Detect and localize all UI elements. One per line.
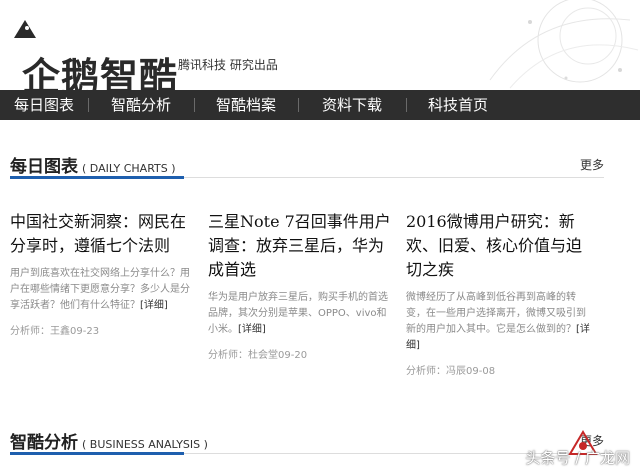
section-title-text: 智酷分析 xyxy=(10,433,78,453)
article-meta: 分析师：王鑫09-23 xyxy=(10,326,100,337)
article-headline[interactable]: 三星Note 7召回事件用户调查：放弃三星后，华为成首选 xyxy=(208,210,394,282)
article-meta: 分析师：杜会堂09-20 xyxy=(208,350,308,361)
article-summary: 微博经历了从高峰到低谷再到高峰的转变，在一些用户选择离开，微博又吸引到新的用户加… xyxy=(406,290,592,354)
article-card: 2016微博用户研究：新欢、旧爱、核心价值与迫切之疾 微博经历了从高峰到低谷再到… xyxy=(406,210,592,377)
article-summary: 用户到底喜欢在社交网络上分享什么？用户在哪些情绪下更愿意分享？多少人是分享活跃者… xyxy=(10,266,196,314)
detail-link[interactable]: [详细] xyxy=(238,324,266,335)
daily-charts-header: 每日图表 ( DAILY CHARTS ) 更多 xyxy=(10,148,604,179)
section-title-text: 每日图表 xyxy=(10,157,78,177)
nav-item-archive[interactable]: 智酷档案 xyxy=(194,90,298,120)
tagline: 腾讯科技 研究出品 xyxy=(178,58,278,72)
article-card: 三星Note 7召回事件用户调查：放弃三星后，华为成首选 华为是用户放弃三星后，… xyxy=(208,210,394,361)
site-header: 企鹅智酷 腾讯科技 研究出品 xyxy=(0,0,640,99)
main-nav: 每日图表 智酷分析 智酷档案 资料下载 科技首页 xyxy=(0,90,640,120)
penguin-icon xyxy=(14,20,36,38)
section-underline xyxy=(10,452,184,455)
watermark: 头条号 / 广龙网 xyxy=(486,428,636,472)
watermark-text: 头条号 / 广龙网 xyxy=(525,449,630,467)
article-summary-text: 微博经历了从高峰到低谷再到高峰的转变，在一些用户选择离开，微博又吸引到新的用户加… xyxy=(406,292,586,335)
site-logo[interactable]: 企鹅智酷 xyxy=(8,18,178,99)
article-summary-text: 华为是用户放弃三星后，购买手机的首选品牌，其次分别是苹果、OPPO、vivo和小… xyxy=(208,292,388,335)
nav-item-analysis[interactable]: 智酷分析 xyxy=(88,90,194,120)
article-headline[interactable]: 2016微博用户研究：新欢、旧爱、核心价值与迫切之疾 xyxy=(406,210,592,282)
section-title[interactable]: 每日图表 ( DAILY CHARTS ) xyxy=(10,152,176,177)
article-summary: 华为是用户放弃三星后，购买手机的首选品牌，其次分别是苹果、OPPO、vivo和小… xyxy=(208,290,394,338)
nav-item-tech-home[interactable]: 科技首页 xyxy=(406,90,510,120)
section-subtitle: ( BUSINESS ANALYSIS ) xyxy=(82,438,208,451)
section-subtitle: ( DAILY CHARTS ) xyxy=(82,162,176,175)
section-title[interactable]: 智酷分析 ( BUSINESS ANALYSIS ) xyxy=(10,428,208,453)
swirl-decoration xyxy=(489,0,639,89)
nav-item-downloads[interactable]: 资料下载 xyxy=(298,90,406,120)
nav-item-daily-charts[interactable]: 每日图表 xyxy=(0,90,88,120)
article-meta: 分析师：冯辰09-08 xyxy=(406,366,496,377)
more-link[interactable]: 更多 xyxy=(580,156,604,173)
article-headline[interactable]: 中国社交新洞察：网民在分享时，遵循七个法则 xyxy=(10,210,196,258)
detail-link[interactable]: [详细] xyxy=(140,300,168,311)
section-underline xyxy=(10,176,184,179)
article-card: 中国社交新洞察：网民在分享时，遵循七个法则 用户到底喜欢在社交网络上分享什么？用… xyxy=(10,210,196,337)
